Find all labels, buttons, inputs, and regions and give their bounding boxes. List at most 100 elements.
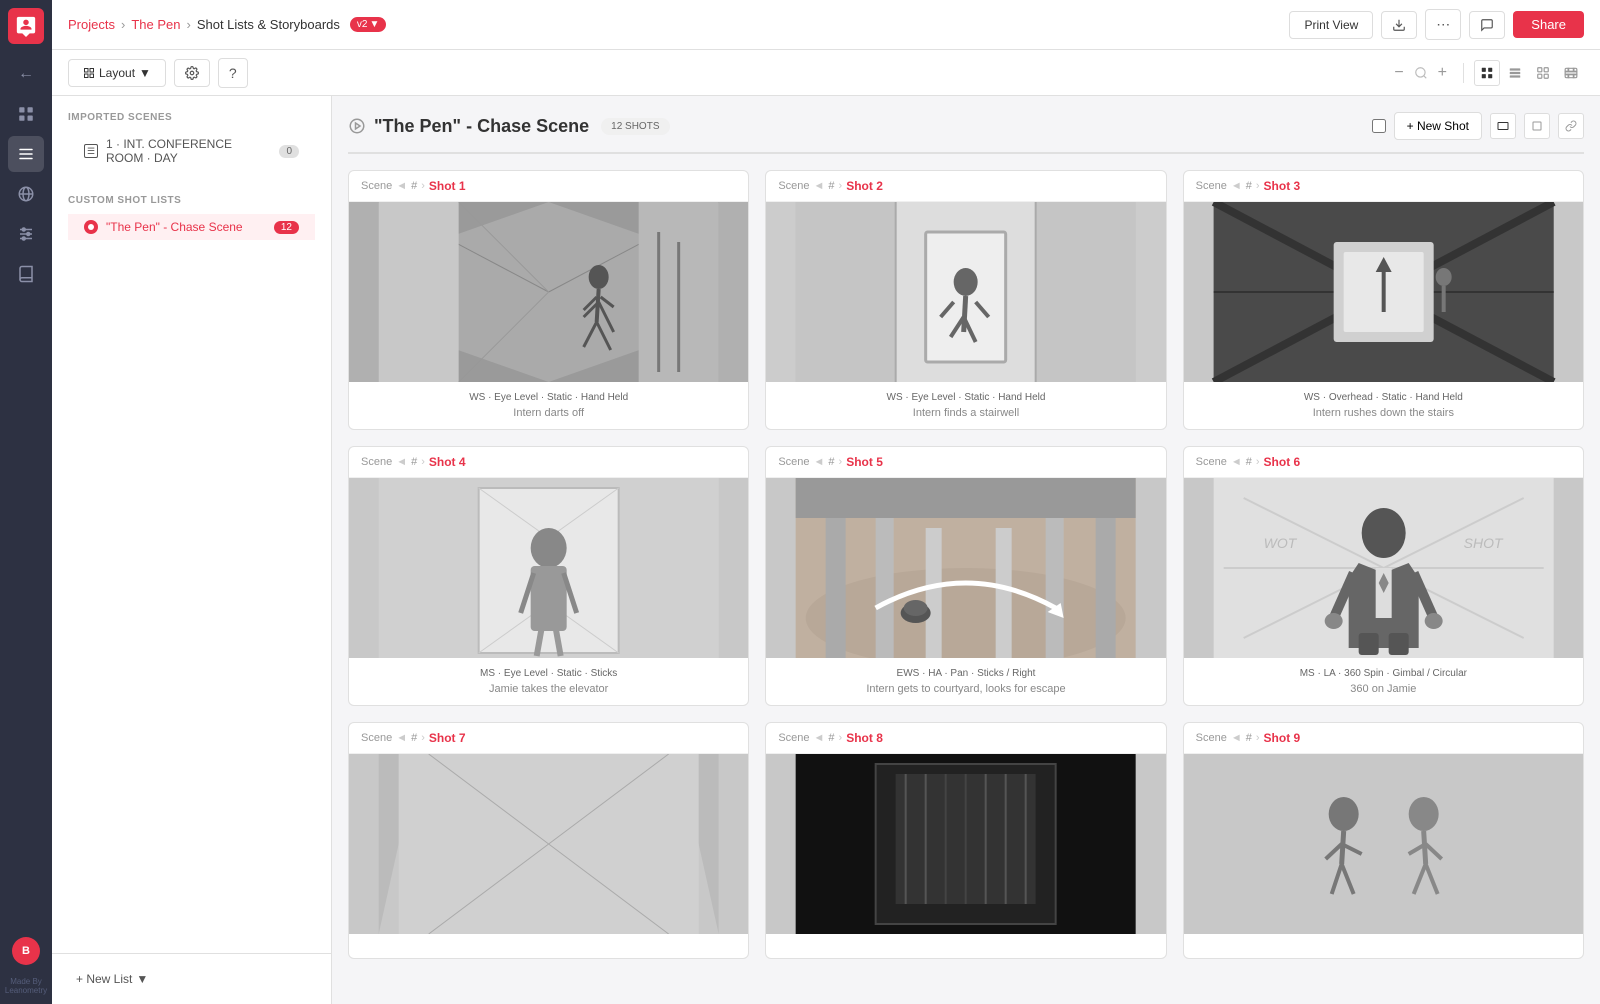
more-options-button[interactable]: ⋯ [1425, 9, 1461, 40]
view-grid-large-button[interactable] [1530, 60, 1556, 86]
nav-user-icon[interactable]: B [8, 933, 44, 969]
shot-card-header: Scene ◄ # › Shot 5 [766, 447, 1165, 478]
storyboard-header: "The Pen" - Chase Scene 12 SHOTS + New S… [348, 112, 1584, 154]
zoom-in-button[interactable]: + [1432, 62, 1453, 84]
new-list-button[interactable]: + New List ▼ [68, 966, 315, 992]
made-by-label: Made By Leanometry [0, 977, 52, 996]
shot-count-badge: 12 SHOTS [601, 118, 669, 135]
shot-label: Shot 9 [1264, 731, 1301, 745]
comment-button[interactable] [1469, 11, 1505, 39]
shot-label: Shot 8 [846, 731, 883, 745]
shot-view-link-button[interactable] [1558, 113, 1584, 139]
shot-card-header: Scene ◄ # › Shot 8 [766, 723, 1165, 754]
shot-image-shot-6: WOT SHOT [1184, 478, 1583, 658]
version-badge[interactable]: v2 ▼ [350, 17, 386, 32]
shot-card-header: Scene ◄ # › Shot 4 [349, 447, 748, 478]
shot-card-header: Scene ◄ # › Shot 9 [1184, 723, 1583, 754]
help-button[interactable]: ? [218, 58, 248, 88]
breadcrumb-current: Shot Lists & Storyboards [197, 17, 340, 32]
breadcrumb-projects[interactable]: Projects [68, 17, 115, 32]
download-button[interactable] [1381, 11, 1417, 39]
view-list-button[interactable] [1502, 60, 1528, 86]
shot-tags: WS · Eye Level · Static · Hand Held [361, 392, 736, 403]
shot-grid: Scene ◄ # › Shot 1 WS · Eye Level · [348, 170, 1584, 959]
shot-card-shot-2[interactable]: Scene ◄ # › Shot 2 WS · Eye Level · Stat… [765, 170, 1166, 430]
new-shot-button[interactable]: + New Shot [1394, 112, 1482, 140]
header-actions: Print View ⋯ Share [1289, 9, 1584, 40]
shot-card-shot-8[interactable]: Scene ◄ # › Shot 8 [765, 722, 1166, 959]
shot-info-shot-5: EWS · HA · Pan · Sticks / Right Intern g… [766, 658, 1165, 705]
layout-button[interactable]: Layout ▼ [68, 59, 166, 87]
custom-shot-lists-section: CUSTOM SHOT LISTS "The Pen" - Chase Scen… [52, 179, 331, 248]
shot-card-shot-9[interactable]: Scene ◄ # › Shot 9 [1183, 722, 1584, 959]
shot-card-header: Scene ◄ # › Shot 6 [1184, 447, 1583, 478]
nav-back-icon[interactable]: ← [8, 56, 44, 92]
nav-sliders-icon[interactable] [8, 216, 44, 252]
zoom-out-button[interactable]: − [1388, 62, 1409, 84]
shot-desc: Jamie takes the elevator [361, 683, 736, 695]
share-button[interactable]: Share [1513, 11, 1584, 38]
select-all-checkbox[interactable] [1372, 119, 1386, 133]
shot-info-shot-9 [1184, 934, 1583, 958]
shot-desc: Intern darts off [361, 407, 736, 419]
storyboard-area: "The Pen" - Chase Scene 12 SHOTS + New S… [332, 96, 1600, 1004]
shot-view-square-button[interactable] [1524, 113, 1550, 139]
shot-tags: WS · Eye Level · Static · Hand Held [778, 392, 1153, 403]
nav-project-icon[interactable] [8, 96, 44, 132]
shot-card-shot-1[interactable]: Scene ◄ # › Shot 1 WS · Eye Level · [348, 170, 749, 430]
shot-image-shot-5 [766, 478, 1165, 658]
toolbar: Layout ▼ ? − + [52, 50, 1600, 96]
svg-text:SHOT: SHOT [1463, 535, 1503, 551]
nav-list-icon[interactable] [8, 136, 44, 172]
settings-button[interactable] [174, 59, 210, 87]
view-grid-small-button[interactable] [1474, 60, 1500, 86]
shot-desc: Intern rushes down the stairs [1196, 407, 1571, 419]
top-header: Projects › The Pen › Shot Lists & Storyb… [52, 0, 1600, 50]
shot-info-shot-8 [766, 934, 1165, 958]
zoom-controls: − + [1388, 62, 1453, 84]
sidebar: IMPORTED SCENES ☰ 1 · INT. CONFERENCE RO… [52, 96, 332, 1004]
shot-card-shot-6[interactable]: Scene ◄ # › Shot 6 WOT SHOT [1183, 446, 1584, 706]
nav-globe-icon[interactable] [8, 176, 44, 212]
shot-card-header: Scene ◄ # › Shot 2 [766, 171, 1165, 202]
svg-text:WOT: WOT [1263, 535, 1297, 551]
shot-label: Shot 1 [429, 179, 466, 193]
shot-tags: MS · Eye Level · Static · Sticks [361, 668, 736, 679]
shot-tags: WS · Overhead · Static · Hand Held [1196, 392, 1571, 403]
shot-info-shot-4: MS · Eye Level · Static · Sticks Jamie t… [349, 658, 748, 705]
sidebar-item-conference-room[interactable]: ☰ 1 · INT. CONFERENCE ROOM · DAY 0 [68, 131, 315, 171]
nav-book-icon[interactable] [8, 256, 44, 292]
shot-view-widescreen-button[interactable] [1490, 113, 1516, 139]
shot-image-shot-2 [766, 202, 1165, 382]
view-toggle [1474, 60, 1584, 86]
shot-desc: 360 on Jamie [1196, 683, 1571, 695]
breadcrumb: Projects › The Pen › Shot Lists & Storyb… [68, 17, 386, 32]
app-logo[interactable] [8, 8, 44, 44]
custom-shot-lists-title: CUSTOM SHOT LISTS [68, 195, 315, 206]
content-area: IMPORTED SCENES ☰ 1 · INT. CONFERENCE RO… [52, 96, 1600, 1004]
shot-label: Shot 7 [429, 731, 466, 745]
imported-scenes-section: IMPORTED SCENES ☰ 1 · INT. CONFERENCE RO… [52, 96, 331, 179]
shot-info-shot-1: WS · Eye Level · Static · Hand Held Inte… [349, 382, 748, 429]
shot-label: Shot 2 [846, 179, 883, 193]
print-view-button[interactable]: Print View [1289, 11, 1373, 39]
shot-card-shot-5[interactable]: Scene ◄ # › Shot 5 EWS · HA · Pan · Stic… [765, 446, 1166, 706]
imported-scenes-title: IMPORTED SCENES [68, 112, 315, 123]
shot-image-shot-8 [766, 754, 1165, 934]
breadcrumb-sep-1: › [121, 17, 125, 32]
shot-card-header: Scene ◄ # › Shot 1 [349, 171, 748, 202]
shot-card-shot-7[interactable]: Scene ◄ # › Shot 7 [348, 722, 749, 959]
shot-info-shot-6: MS · LA · 360 Spin · Gimbal / Circular 3… [1184, 658, 1583, 705]
conference-room-badge: 0 [279, 145, 299, 158]
breadcrumb-pen[interactable]: The Pen [131, 17, 180, 32]
shot-desc: Intern gets to courtyard, looks for esca… [778, 683, 1153, 695]
shot-card-shot-3[interactable]: Scene ◄ # › Shot 3 WS · Overhead · Stati… [1183, 170, 1584, 430]
shot-label: Shot 3 [1264, 179, 1301, 193]
scene-icon: ☰ [84, 144, 98, 158]
shot-image-shot-1 [349, 202, 748, 382]
sidebar-item-chase-scene[interactable]: "The Pen" - Chase Scene 12 [68, 214, 315, 240]
shot-label: Shot 4 [429, 455, 466, 469]
shot-card-shot-4[interactable]: Scene ◄ # › Shot 4 MS · Eye Level · Stat… [348, 446, 749, 706]
view-film-button[interactable] [1558, 60, 1584, 86]
shot-image-shot-9 [1184, 754, 1583, 934]
